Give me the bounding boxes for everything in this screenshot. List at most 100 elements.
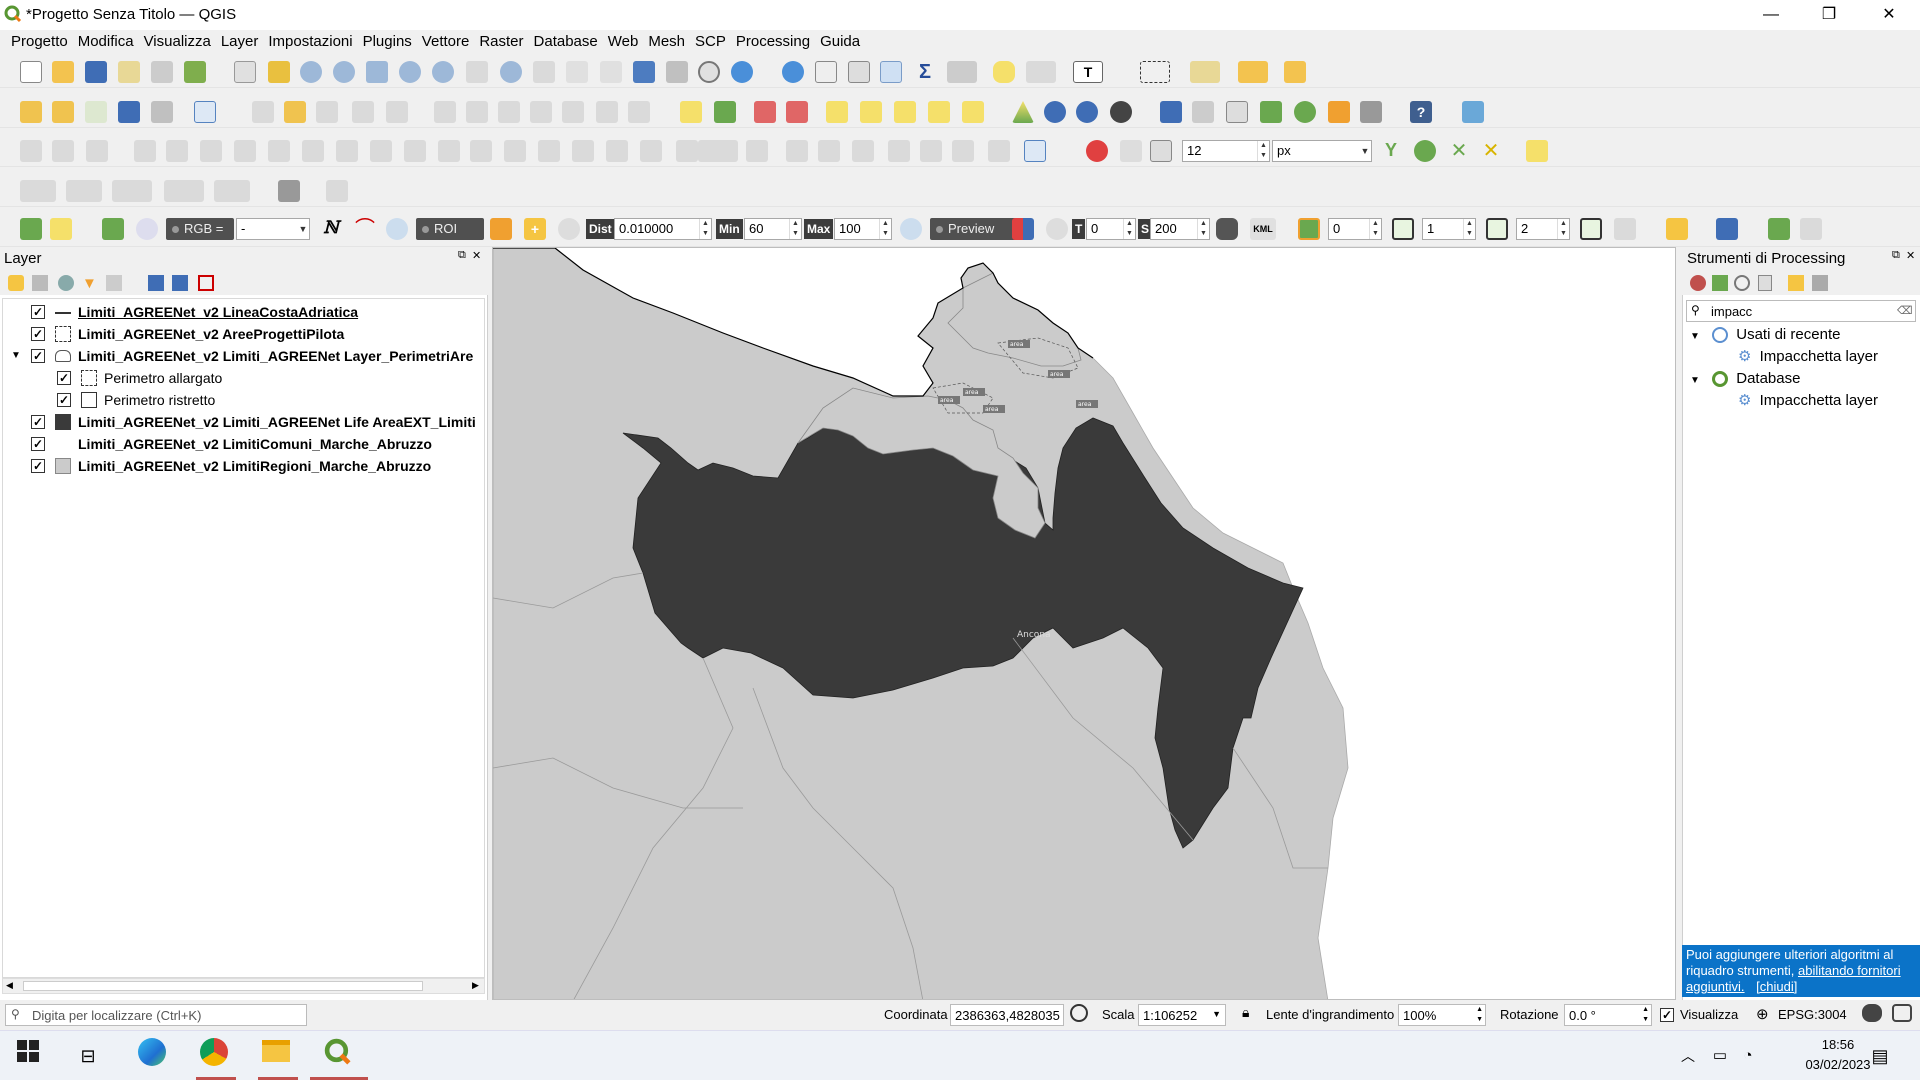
collapse-all-icon[interactable]: [172, 275, 188, 291]
change-label-icon[interactable]: [928, 101, 950, 123]
buffer-icon[interactable]: [888, 140, 910, 162]
split-features-icon[interactable]: [538, 140, 560, 162]
merge-attributes-icon[interactable]: [640, 140, 662, 162]
wifi-icon[interactable]: ◔: [1730, 1038, 1766, 1074]
task-view-icon[interactable]: ⊟: [70, 1038, 106, 1074]
circular-string-icon[interactable]: [52, 140, 74, 162]
move-feature-icon[interactable]: [166, 140, 188, 162]
legend-checkbox[interactable]: ✓: [57, 393, 71, 407]
scripts-icon[interactable]: [1712, 275, 1728, 291]
dissolve-icon[interactable]: [852, 140, 874, 162]
statistical-summary-icon[interactable]: Σ: [914, 61, 936, 83]
layer-item[interactable]: ▼ ✓ Limiti_AGREENet_v2 Limiti_AGREENet L…: [3, 345, 486, 367]
messages-icon[interactable]: [1862, 1004, 1882, 1022]
text-annotation-icon[interactable]: T: [1073, 61, 1103, 83]
models-icon[interactable]: [1690, 275, 1706, 291]
select-by-value-icon[interactable]: [1190, 61, 1220, 83]
zoom-to-selection-icon[interactable]: [399, 61, 421, 83]
new-project-icon[interactable]: [20, 61, 42, 83]
show-bookmarks-icon[interactable]: [666, 61, 688, 83]
map-tips-icon[interactable]: [993, 61, 1015, 83]
avoid-overlap-icon[interactable]: ✕: [1448, 140, 1470, 162]
measure-line-icon[interactable]: [947, 61, 977, 83]
zoom-full-icon[interactable]: [366, 61, 388, 83]
add-polygon-icon[interactable]: [164, 180, 204, 202]
snapping-type-icon[interactable]: [1120, 140, 1142, 162]
reverse-line-icon[interactable]: [746, 140, 768, 162]
scp-settings-icon[interactable]: [1768, 218, 1790, 240]
new-temporary-layer-icon[interactable]: [151, 101, 173, 123]
pan-map-icon[interactable]: [234, 61, 256, 83]
pin-labels-icon[interactable]: [786, 101, 808, 123]
edit-features-in-place-icon[interactable]: [1788, 275, 1804, 291]
rgb-select[interactable]: - ▼: [236, 218, 310, 240]
legend-item[interactable]: ✓ Perimetro allargato: [3, 367, 486, 389]
layer-checkbox[interactable]: ✓: [31, 459, 45, 473]
copy-features-icon[interactable]: [530, 101, 552, 123]
layer-tree-hscrollbar[interactable]: ◀ ▶: [2, 978, 485, 994]
maximize-button[interactable]: ❐: [1806, 0, 1852, 30]
band-calc-icon[interactable]: [1614, 218, 1636, 240]
scale-select[interactable]: 1:106252 ▼: [1138, 1004, 1226, 1026]
snapping-magnet-icon[interactable]: [1086, 140, 1108, 162]
file-explorer-icon[interactable]: [258, 1038, 294, 1074]
scp-info-icon[interactable]: [1800, 218, 1822, 240]
new-spatialite-icon[interactable]: [118, 101, 140, 123]
grid-plugin-icon[interactable]: [1226, 101, 1248, 123]
topological-editing-icon[interactable]: [1414, 140, 1436, 162]
create-roi-icon[interactable]: [490, 218, 512, 240]
close-button[interactable]: ✕: [1866, 0, 1912, 30]
map-canvas[interactable]: area area area area area area Ancona: [492, 247, 1676, 1000]
band-input-2[interactable]: 1 ▲ ▼: [1422, 218, 1476, 240]
legend-checkbox[interactable]: ✓: [57, 371, 71, 385]
menu-processing[interactable]: Processing: [732, 30, 814, 54]
zoom-preview-icon[interactable]: [386, 218, 408, 240]
edge-browser-icon[interactable]: [134, 1038, 170, 1074]
close-panel-icon[interactable]: ✕: [472, 249, 481, 262]
remove-layer-icon[interactable]: [198, 275, 214, 291]
history-icon[interactable]: [1734, 275, 1750, 291]
close-info-link[interactable]: [chiudi]: [1756, 979, 1797, 994]
pan-to-selection-icon[interactable]: [268, 61, 290, 83]
system-tray-chevron-icon[interactable]: ︿: [1670, 1038, 1706, 1074]
profile-tool-icon[interactable]: [1260, 101, 1282, 123]
band-icon-3[interactable]: [1580, 218, 1602, 240]
roi-toggle-button[interactable]: ROI: [416, 218, 484, 240]
tracing-icon[interactable]: [1526, 140, 1548, 162]
cut-features-icon[interactable]: [498, 101, 520, 123]
menu-scp[interactable]: SCP: [691, 30, 730, 54]
zoom-last-icon[interactable]: [500, 61, 522, 83]
select-features-icon[interactable]: [1140, 61, 1170, 83]
save-edits-icon[interactable]: [316, 101, 338, 123]
layer-checkbox[interactable]: ✓: [31, 415, 45, 429]
attribute-table-icon[interactable]: [815, 61, 837, 83]
tree-item-algorithm[interactable]: ⚙ Impacchetta layer: [1738, 390, 1878, 412]
save-project-icon[interactable]: [85, 61, 107, 83]
download-products-icon[interactable]: [1716, 218, 1738, 240]
style-panel-icon[interactable]: [8, 275, 24, 291]
add-ring-icon[interactable]: [302, 140, 324, 162]
results-viewer-icon[interactable]: [1758, 275, 1772, 291]
filter-expression-icon[interactable]: [106, 275, 122, 291]
menu-impostazioni[interactable]: Impostazioni: [264, 30, 356, 54]
minimize-button[interactable]: —: [1748, 0, 1794, 30]
locator-input[interactable]: ⚲ Digita per localizzare (Ctrl+K): [5, 1004, 307, 1026]
layer-item[interactable]: ✓ Limiti_AGREENet_v2 LimitiComuni_Marche…: [3, 433, 486, 455]
expand-arrow-icon[interactable]: ▼: [1690, 331, 1700, 342]
quickmapservices-icon[interactable]: [1076, 101, 1098, 123]
layer-checkbox[interactable]: ✓: [31, 305, 45, 319]
redo-roi-icon[interactable]: [558, 218, 580, 240]
redo-icon[interactable]: [628, 101, 650, 123]
menu-raster[interactable]: Raster: [475, 30, 527, 54]
s-input[interactable]: 200 ▲ ▼: [1150, 218, 1210, 240]
plugin-tool-icon[interactable]: [1462, 101, 1484, 123]
menu-web[interactable]: Web: [604, 30, 643, 54]
zoom-in-icon[interactable]: [300, 61, 322, 83]
classification-preview-icon[interactable]: [1012, 218, 1034, 240]
help-icon[interactable]: ?: [1410, 101, 1432, 123]
zoom-next-icon[interactable]: [533, 61, 555, 83]
band-set-icon[interactable]: [1298, 218, 1320, 240]
scroll-right-icon[interactable]: ▶: [472, 980, 479, 991]
new-shapefile-icon[interactable]: [85, 101, 107, 123]
snapping-tolerance-input[interactable]: 12 ▲ ▼: [1182, 140, 1270, 162]
